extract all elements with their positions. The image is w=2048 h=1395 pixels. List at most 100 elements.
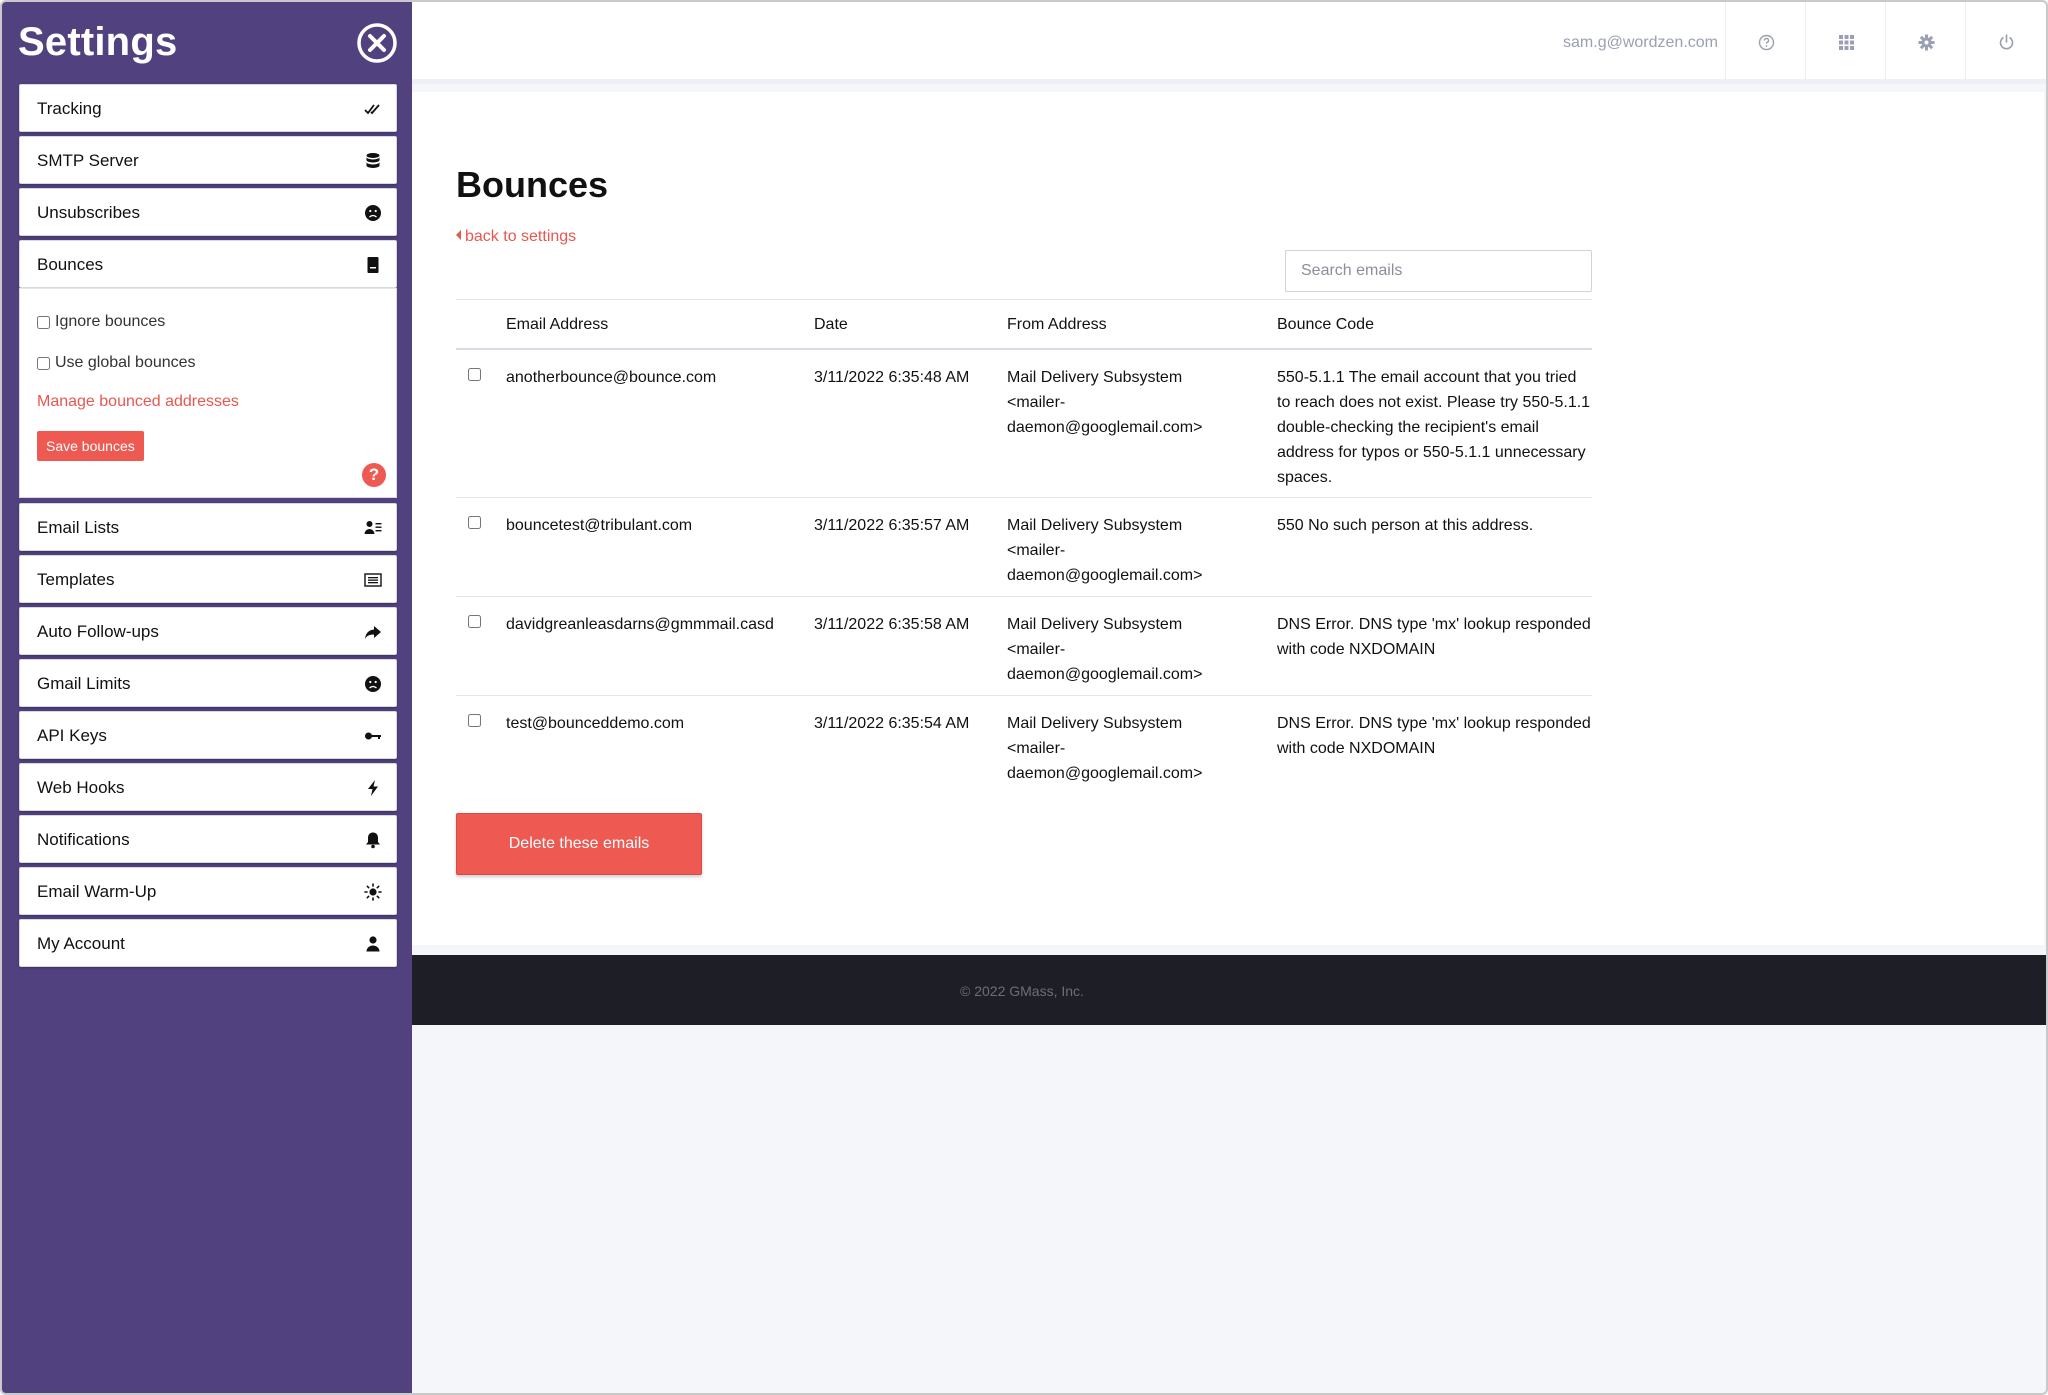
sidebar-item-label: Web Hooks <box>37 778 125 797</box>
table-row: test@bounceddemo.com 3/11/2022 6:35:54 A… <box>456 696 1592 795</box>
row-from: Mail Delivery Subsystem <mailer-daemon@g… <box>1007 369 1203 436</box>
gear-icon <box>1918 34 1935 51</box>
sidebar-item-unsubscribes[interactable]: Unsubscribes <box>19 188 397 236</box>
table-row: bouncetest@tribulant.com 3/11/2022 6:35:… <box>456 498 1592 597</box>
bounces-table: Email Address Date From Address Bounce C… <box>456 299 1592 795</box>
table-header: Email Address Date From Address Bounce C… <box>456 299 1592 350</box>
bounces-settings-panel: Ignore bounces Use global bounces Manage… <box>19 288 397 498</box>
ignore-bounces-option[interactable]: Ignore bounces <box>37 313 165 331</box>
row-date: 3/11/2022 6:35:58 AM <box>814 616 970 633</box>
sidebar-item-label: My Account <box>37 934 125 953</box>
sidebar-item-tracking[interactable]: Tracking <box>19 84 397 132</box>
grid-icon <box>1839 35 1854 50</box>
row-bounce-code: 550-5.1.1 The email account that you tri… <box>1277 369 1591 486</box>
main-content: Bounces back to settings Email Address D… <box>412 92 2044 945</box>
search-emails-input[interactable] <box>1285 250 1592 292</box>
row-email: anotherbounce@bounce.com <box>506 369 717 386</box>
row-bounce-code: 550 No such person at this address. <box>1277 517 1534 534</box>
sad-face-icon <box>364 204 382 222</box>
bell-icon <box>364 831 382 849</box>
row-email: bouncetest@tribulant.com <box>506 517 693 534</box>
user-email: sam.g@wordzen.com <box>1563 34 1718 51</box>
row-bounce-code: DNS Error. DNS type 'mx' lookup responde… <box>1277 715 1591 757</box>
row-checkbox[interactable] <box>468 615 481 628</box>
column-header-date: Date <box>814 316 848 333</box>
sidebar-item-label: Email Lists <box>37 518 120 537</box>
page-title: Bounces <box>456 164 609 205</box>
row-email: test@bounceddemo.com <box>506 715 685 732</box>
delete-emails-button[interactable]: Delete these emails <box>456 813 702 875</box>
row-from: Mail Delivery Subsystem <mailer-daemon@g… <box>1007 517 1203 584</box>
sidebar-item-label: Templates <box>37 570 115 589</box>
logout-button[interactable] <box>1965 2 2045 84</box>
sidebar-item-label: Gmail Limits <box>37 674 131 693</box>
sun-icon <box>364 883 382 901</box>
row-checkbox[interactable] <box>468 368 481 381</box>
column-header-email: Email Address <box>506 316 609 333</box>
help-button[interactable] <box>1725 2 1805 84</box>
column-header-bounce-code: Bounce Code <box>1277 316 1374 333</box>
save-bounces-button[interactable]: Save bounces <box>37 431 144 461</box>
power-icon <box>1999 34 2014 50</box>
row-from: Mail Delivery Subsystem <mailer-daemon@g… <box>1007 616 1203 683</box>
row-checkbox[interactable] <box>468 714 481 727</box>
share-arrow-icon <box>364 623 382 641</box>
users-list-icon <box>364 519 382 537</box>
ignore-bounces-checkbox[interactable] <box>37 315 50 329</box>
row-date: 3/11/2022 6:35:57 AM <box>814 517 970 534</box>
sad-face-icon <box>364 675 382 693</box>
sidebar-item-label: Tracking <box>37 99 102 118</box>
row-date: 3/11/2022 6:35:54 AM <box>814 715 970 732</box>
sidebar-item-my-account[interactable]: My Account <box>19 919 397 967</box>
sidebar-item-smtp-server[interactable]: SMTP Server <box>19 136 397 184</box>
help-icon[interactable]: ? <box>362 463 386 487</box>
sidebar-item-label: Email Warm-Up <box>37 882 157 901</box>
lightning-icon <box>364 779 382 797</box>
sidebar-item-notifications[interactable]: Notifications <box>19 815 397 863</box>
use-global-bounces-checkbox[interactable] <box>37 356 50 370</box>
sidebar-item-label: SMTP Server <box>37 151 139 170</box>
sidebar-item-gmail-limits[interactable]: Gmail Limits <box>19 659 397 707</box>
footer-copyright: © 2022 GMass, Inc. <box>960 983 1084 999</box>
sidebar-item-web-hooks[interactable]: Web Hooks <box>19 763 397 811</box>
sidebar-item-label: Auto Follow-ups <box>37 622 159 641</box>
close-icon[interactable] <box>356 22 398 64</box>
back-to-settings-link[interactable]: back to settings <box>456 228 576 246</box>
sidebar-item-bounces[interactable]: Bounces <box>19 240 397 288</box>
sidebar-title: Settings <box>18 20 178 64</box>
sidebar-header: Settings <box>18 18 398 70</box>
ignore-bounces-label: Ignore bounces <box>55 313 166 330</box>
use-global-bounces-option[interactable]: Use global bounces <box>37 354 196 372</box>
use-global-bounces-label: Use global bounces <box>55 354 196 371</box>
sidebar-item-email-lists[interactable]: Email Lists <box>19 503 397 551</box>
database-icon <box>364 152 382 170</box>
sidebar-item-email-warm-up[interactable]: Email Warm-Up <box>19 867 397 915</box>
settings-button[interactable] <box>1885 2 1965 84</box>
template-icon <box>364 571 382 589</box>
sidebar-item-label: Notifications <box>37 830 130 849</box>
manage-bounced-addresses-link[interactable]: Manage bounced addresses <box>37 393 239 411</box>
sidebar-item-auto-follow-ups[interactable]: Auto Follow-ups <box>19 607 397 655</box>
settings-sidebar: Settings Tracking SMTP Server Unsubscrib… <box>2 2 412 1393</box>
sidebar-item-api-keys[interactable]: API Keys <box>19 711 397 759</box>
user-icon <box>364 935 382 953</box>
row-from: Mail Delivery Subsystem <mailer-daemon@g… <box>1007 715 1203 782</box>
help-icon <box>1758 34 1775 51</box>
sidebar-item-templates[interactable]: Templates <box>19 555 397 603</box>
table-row: davidgreanleasdarns@gmmmail.casd 3/11/20… <box>456 597 1592 696</box>
row-date: 3/11/2022 6:35:48 AM <box>814 369 970 386</box>
row-email: davidgreanleasdarns@gmmmail.casd <box>506 616 774 633</box>
back-link-label: back to settings <box>465 228 577 245</box>
key-icon <box>364 727 382 745</box>
caret-left-icon <box>456 230 461 240</box>
sidebar-menu: Tracking SMTP Server Unsubscribes Bounce… <box>19 84 397 971</box>
sidebar-item-label: Unsubscribes <box>37 203 140 222</box>
table-row: anotherbounce@bounce.com 3/11/2022 6:35:… <box>456 350 1592 498</box>
apps-button[interactable] <box>1805 2 1885 84</box>
sidebar-item-label: Bounces <box>37 255 104 274</box>
row-checkbox[interactable] <box>468 516 481 529</box>
footer: © 2022 GMass, Inc. <box>412 955 2046 1025</box>
double-check-icon <box>364 100 382 118</box>
top-bar: sam.g@wordzen.com <box>412 2 2046 84</box>
column-header-from: From Address <box>1007 316 1107 333</box>
